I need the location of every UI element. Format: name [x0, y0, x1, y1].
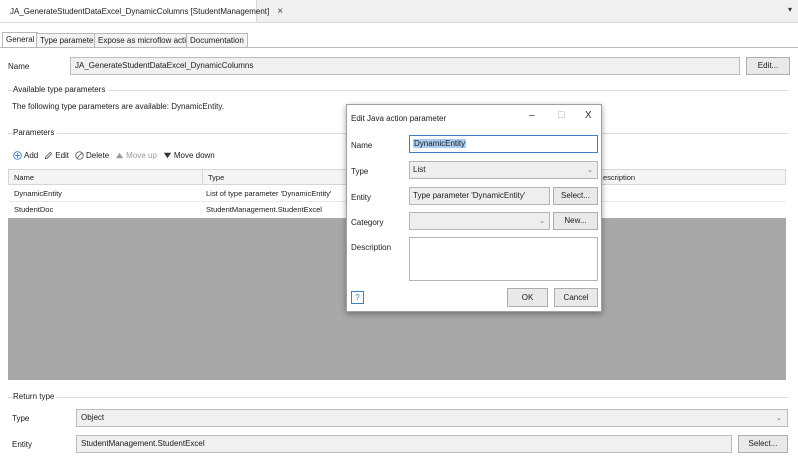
document-tab-title: JA_GenerateStudentDataExcel_DynamicColum…	[10, 6, 270, 16]
move-down-button-label: Move down	[173, 151, 215, 160]
dialog-type-label: Type	[351, 167, 369, 176]
dialog-type-dropdown[interactable]: List ⌄	[409, 161, 598, 179]
tab-expose-as-microflow-action[interactable]: Expose as microflow action	[94, 33, 199, 47]
edit-icon	[45, 151, 53, 160]
minimize-icon[interactable]: –	[529, 110, 535, 121]
dialog-category-new-button[interactable]: New...	[553, 212, 598, 230]
edit-name-button[interactable]: Edit...	[746, 57, 790, 75]
available-type-parameters-group-label: Available type parameters	[13, 85, 109, 94]
return-entity-label: Entity	[12, 440, 33, 449]
edit-java-action-parameter-dialog: Edit Java action parameter – ☐ X Name Dy…	[346, 104, 602, 312]
parameters-toolbar: Add Edit Delete Move up Move down	[13, 151, 221, 160]
chevron-down-icon: ⌄	[539, 218, 545, 225]
move-down-button[interactable]: Move down	[163, 151, 215, 160]
chevron-down-icon: ⌄	[587, 167, 593, 174]
cancel-button[interactable]: Cancel	[554, 288, 598, 307]
add-button[interactable]: Add	[13, 151, 38, 160]
dialog-title: Edit Java action parameter	[351, 114, 447, 123]
move-up-button[interactable]: Move up	[115, 151, 157, 160]
dialog-description-textarea[interactable]	[409, 237, 598, 281]
add-button-label: Add	[24, 151, 39, 160]
help-icon[interactable]: ?	[351, 291, 364, 304]
ok-button[interactable]: OK	[507, 288, 548, 307]
available-type-parameters-text: The following type parameters are availa…	[12, 102, 224, 111]
dialog-name-label: Name	[351, 141, 373, 150]
available-type-parameters-divider	[8, 90, 788, 91]
chevron-down-icon: ⌄	[776, 415, 782, 422]
move-up-button-label: Move up	[126, 151, 157, 160]
dialog-category-label: Category	[351, 218, 384, 227]
tab-documentation[interactable]: Documentation	[186, 33, 248, 47]
close-icon[interactable]: ×	[277, 6, 283, 17]
column-header-description[interactable]: escription	[603, 173, 635, 182]
row-type-cell: List of type parameter 'DynamicEntity'	[206, 189, 332, 198]
column-header-name[interactable]: Name	[14, 173, 34, 182]
name-field[interactable]: JA_GenerateStudentDataExcel_DynamicColum…	[70, 57, 740, 75]
dialog-entity-field[interactable]: Type parameter 'DynamicEntity'	[409, 187, 550, 205]
name-label: Name	[8, 62, 30, 71]
row-type-cell: StudentManagement.StudentExcel	[206, 205, 322, 214]
delete-icon	[75, 151, 84, 160]
return-entity-select-button[interactable]: Select...	[738, 435, 788, 453]
row-name-cell: StudentDoc	[14, 205, 54, 214]
dialog-type-value: List	[413, 165, 426, 174]
help-icon-glyph: ?	[355, 293, 360, 302]
return-type-group-label: Return type	[13, 392, 58, 401]
dialog-entity-label: Entity	[351, 193, 372, 202]
column-header-type[interactable]: Type	[208, 173, 224, 182]
edit-button[interactable]: Edit	[44, 151, 69, 160]
parameters-group-label: Parameters	[13, 128, 58, 137]
return-type-label: Type	[12, 414, 30, 423]
document-tab-strip: JA_GenerateStudentDataExcel_DynamicColum…	[0, 0, 798, 23]
return-type-value: Object	[81, 413, 105, 422]
row-name-cell: DynamicEntity	[14, 189, 62, 198]
document-tab[interactable]: JA_GenerateStudentDataExcel_DynamicColum…	[0, 0, 283, 22]
delete-button[interactable]: Delete	[75, 151, 109, 160]
return-type-dropdown[interactable]: Object ⌄	[76, 409, 788, 427]
return-type-divider	[8, 397, 788, 398]
column-divider	[202, 169, 203, 185]
add-icon	[13, 151, 22, 160]
move-up-icon	[116, 152, 124, 159]
dialog-entity-select-button[interactable]: Select...	[553, 187, 598, 205]
delete-button-label: Delete	[86, 151, 110, 160]
tab-divider	[0, 47, 798, 48]
edit-button-label: Edit	[55, 151, 70, 160]
move-down-icon	[163, 152, 171, 159]
dialog-category-dropdown[interactable]: ⌄	[409, 212, 550, 230]
return-entity-field[interactable]: StudentManagement.StudentExcel	[76, 435, 732, 453]
tab-general[interactable]: General	[2, 32, 39, 47]
tab-list-menu-icon[interactable]: ▾	[788, 5, 792, 14]
dialog-name-input[interactable]: DynamicEntity	[409, 135, 598, 153]
dialog-name-value: DynamicEntity	[413, 139, 467, 148]
maximize-icon[interactable]: ☐	[557, 110, 565, 121]
dialog-description-label: Description	[351, 243, 392, 252]
close-icon[interactable]: X	[585, 110, 592, 121]
